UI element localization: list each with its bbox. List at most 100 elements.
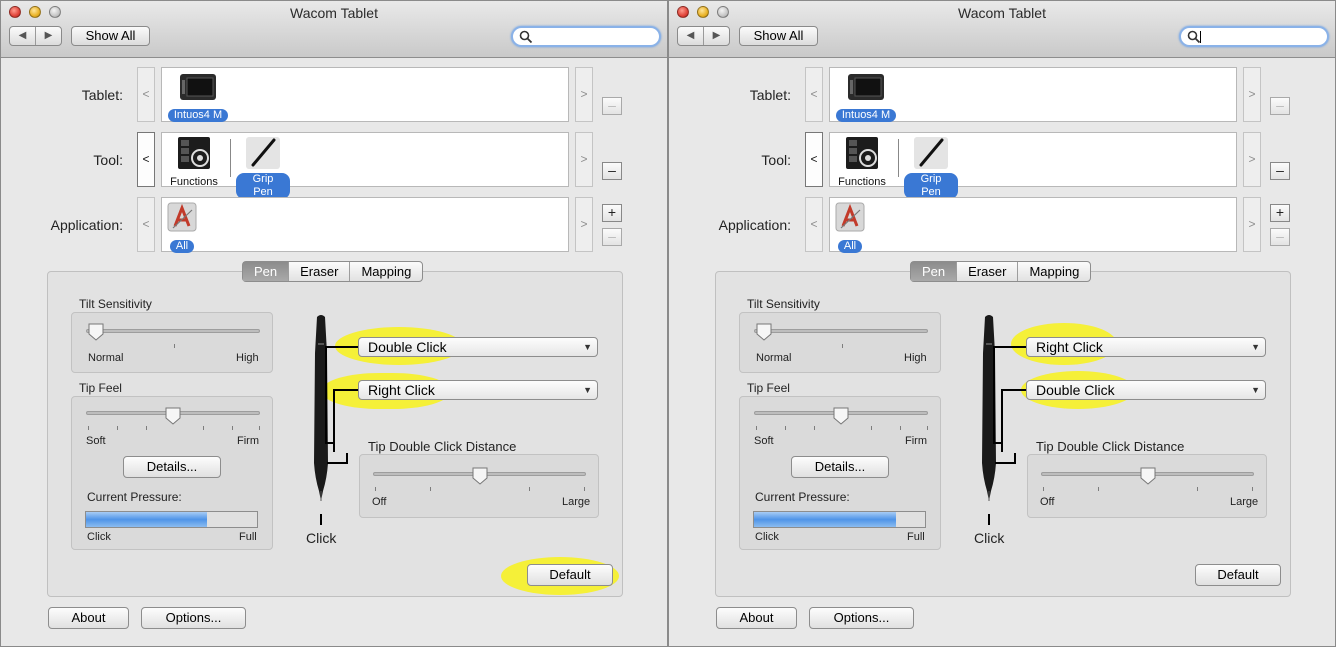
details-button[interactable]: Details... — [791, 456, 889, 478]
titlebar: Wacom Tablet ◀ ▶ Show All — [669, 1, 1335, 58]
options-button[interactable]: Options... — [809, 607, 914, 629]
tilt-max-label: High — [904, 352, 927, 364]
tip-feel-min-label: Soft — [86, 435, 106, 447]
applications-folder-icon — [835, 202, 865, 232]
lower-button-popup[interactable]: Right Click ▼ — [358, 380, 598, 400]
default-button[interactable]: Default — [527, 564, 613, 586]
tilt-slider-track[interactable] — [86, 329, 260, 333]
application-label: Application: — [50, 217, 123, 233]
tool-scroll-right[interactable]: > — [575, 132, 593, 187]
application-add-button[interactable]: + — [602, 204, 622, 222]
upper-button-popup[interactable]: Double Click ▼ — [358, 337, 598, 357]
application-scroll-right[interactable]: > — [575, 197, 593, 252]
tilt-tick — [174, 344, 175, 348]
application-label: Application: — [718, 217, 791, 233]
tool-item-grip-pen[interactable]: Grip Pen — [236, 136, 290, 199]
tab-mapping[interactable]: Mapping — [350, 262, 422, 281]
tilt-slider-knob[interactable] — [88, 323, 104, 341]
application-item-all[interactable]: All — [164, 200, 200, 253]
show-all-button[interactable]: Show All — [71, 26, 150, 46]
search-field[interactable] — [511, 26, 661, 47]
tab-mapping[interactable]: Mapping — [1018, 262, 1090, 281]
tab-eraser[interactable]: Eraser — [957, 262, 1019, 281]
application-scroll-right[interactable]: > — [1243, 197, 1261, 252]
tool-scroll-left[interactable]: < — [137, 132, 155, 187]
application-add-button[interactable]: + — [1270, 204, 1290, 222]
pressure-bar-fill — [86, 512, 208, 527]
tool-scroll-left[interactable]: < — [805, 132, 823, 187]
pressure-min-label: Click — [755, 531, 779, 543]
tablet-scroll-left[interactable]: < — [137, 67, 155, 122]
application-remove-button[interactable]: – — [602, 228, 622, 246]
tablet-remove-button[interactable]: – — [602, 97, 622, 115]
tablet-strip: Intuos4 M — [829, 67, 1237, 122]
tablet-strip: Intuos4 M — [161, 67, 569, 122]
tip-feel-slider-knob[interactable] — [833, 407, 849, 425]
forward-arrow-icon[interactable]: ▶ — [704, 27, 729, 45]
tool-scroll-right[interactable]: > — [1243, 132, 1261, 187]
application-strip: All — [829, 197, 1237, 253]
double-click-distance-label: Tip Double Click Distance — [368, 439, 517, 454]
tool-remove-button[interactable]: – — [602, 162, 622, 180]
show-all-button[interactable]: Show All — [739, 26, 818, 46]
pressure-bar — [753, 511, 926, 528]
dcd-max-label: Large — [1230, 496, 1259, 508]
tilt-slider-track[interactable] — [754, 329, 928, 333]
tablet-scroll-left[interactable]: < — [805, 67, 823, 122]
tablet-scroll-right[interactable]: > — [575, 67, 593, 122]
dcd-min-label: Off — [372, 496, 387, 508]
back-forward-control[interactable]: ◀ ▶ — [677, 26, 730, 46]
about-button[interactable]: About — [716, 607, 797, 629]
tip-feel-tick — [785, 426, 786, 430]
application-item-all[interactable]: All — [832, 200, 868, 253]
forward-arrow-icon[interactable]: ▶ — [36, 27, 61, 45]
lower-button-popup[interactable]: Double Click ▼ — [1026, 380, 1266, 400]
popup-arrow-icon: ▼ — [1251, 342, 1260, 352]
tip-feel-tick — [203, 426, 204, 430]
tablet-remove-button[interactable]: – — [1270, 97, 1290, 115]
search-field[interactable] — [1179, 26, 1329, 47]
tool-item-functions-label: Functions — [838, 176, 886, 188]
tool-item-grip-pen-label: Grip Pen — [236, 173, 290, 199]
default-button[interactable]: Default — [1195, 564, 1281, 586]
back-arrow-icon[interactable]: ◀ — [10, 27, 36, 45]
tablet-item[interactable]: Intuos4 M — [166, 71, 230, 122]
tool-remove-button[interactable]: – — [1270, 162, 1290, 180]
back-arrow-icon[interactable]: ◀ — [678, 27, 704, 45]
details-button[interactable]: Details... — [123, 456, 221, 478]
upper-button-popup[interactable]: Right Click ▼ — [1026, 337, 1266, 357]
window-title: Wacom Tablet — [958, 5, 1046, 21]
tilt-slider-knob[interactable] — [756, 323, 772, 341]
application-scroll-left[interactable]: < — [805, 197, 823, 252]
tab-bar: Pen Eraser Mapping — [242, 261, 424, 282]
functions-icon — [846, 137, 878, 169]
window-title: Wacom Tablet — [290, 5, 378, 21]
tab-pen[interactable]: Pen — [911, 262, 958, 281]
tablet-item[interactable]: Intuos4 M — [834, 71, 898, 122]
tool-item-grip-pen[interactable]: Grip Pen — [904, 136, 958, 199]
tip-feel-slider-knob[interactable] — [165, 407, 181, 425]
tablet-item-label: Intuos4 M — [167, 109, 229, 122]
connector-line — [1001, 389, 1027, 391]
tip-feel-tick — [146, 426, 147, 430]
options-button[interactable]: Options... — [141, 607, 246, 629]
double-click-distance-knob[interactable] — [472, 467, 488, 485]
application-item-label: All — [169, 240, 195, 253]
tab-eraser[interactable]: Eraser — [289, 262, 351, 281]
double-click-distance-label: Tip Double Click Distance — [1036, 439, 1185, 454]
tip-feel-tick — [900, 426, 901, 430]
tablet-icon — [180, 74, 216, 100]
tablet-label: Tablet: — [81, 87, 123, 103]
tool-item-functions[interactable]: Functions — [168, 136, 220, 188]
application-scroll-left[interactable]: < — [137, 197, 155, 252]
about-button[interactable]: About — [48, 607, 129, 629]
pen-illustration — [982, 315, 996, 501]
tool-item-functions[interactable]: Functions — [836, 136, 888, 188]
tab-pen[interactable]: Pen — [243, 262, 290, 281]
tablet-scroll-right[interactable]: > — [1243, 67, 1261, 122]
double-click-distance-knob[interactable] — [1140, 467, 1156, 485]
application-remove-button[interactable]: – — [1270, 228, 1290, 246]
back-forward-control[interactable]: ◀ ▶ — [9, 26, 62, 46]
tilt-sensitivity-label: Tilt Sensitivity — [747, 297, 820, 311]
tablet-item-label: Intuos4 M — [835, 109, 897, 122]
